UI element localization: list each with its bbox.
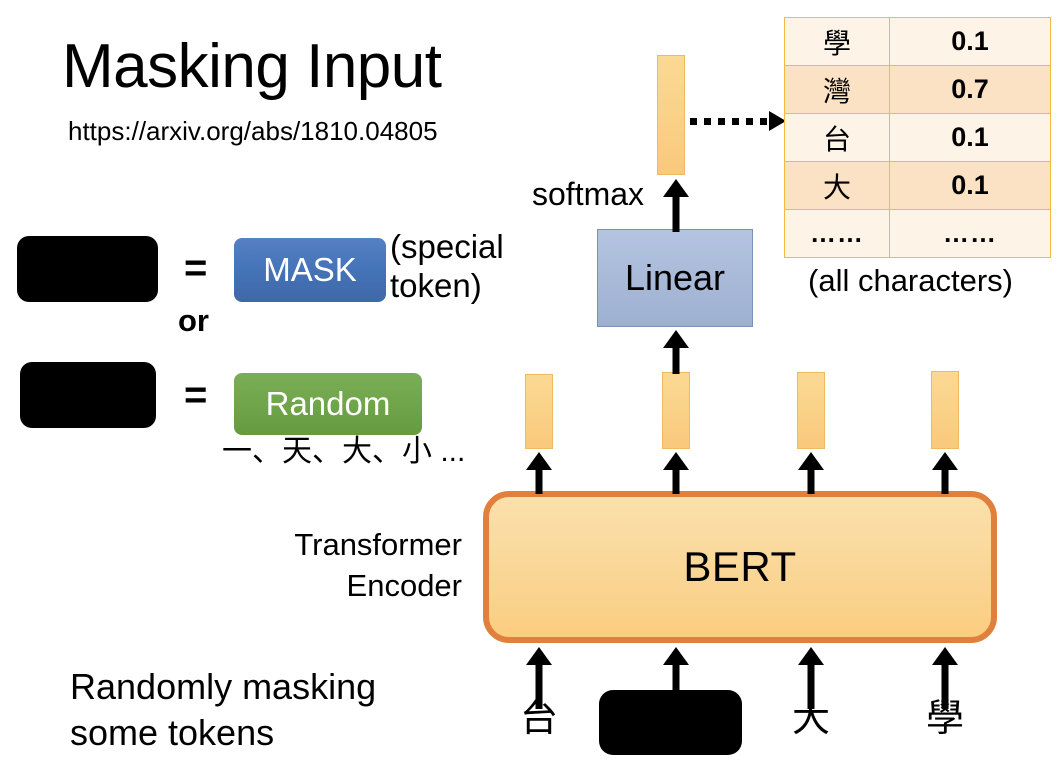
special-token-note: (special token) [390,228,504,304]
table-cell-probability: …… [889,209,1051,258]
table-row: 學 0.1 [784,17,1051,66]
mask-token-chip: MASK [234,238,386,302]
table-cell-probability: 0.1 [889,17,1051,66]
masked-token-box-random [20,362,156,428]
bert-output-vector-2 [662,372,690,449]
table-cell-character: 學 [784,17,890,66]
bert-label: BERT [683,543,797,590]
arrow-bert-to-vector-3 [798,452,824,494]
paper-url-text: https://arxiv.org/abs/1810.04805 [68,116,438,146]
input-token-3: 大 [791,698,830,740]
equals-sign-mask: = [184,246,208,290]
mask-chip-label: MASK [263,251,357,288]
linear-layer-block: Linear [597,229,753,327]
all-characters-caption: (all characters) [808,263,1013,298]
table-cell-character: …… [784,209,890,258]
input-token-2-masked [599,690,742,755]
or-label: or [178,303,209,338]
softmax-label: softmax [532,176,645,212]
randomly-masking-caption: Randomly masking some tokens [70,666,377,754]
random-chip-label: Random [265,385,391,422]
softmax-output-vector [657,55,685,175]
probability-distribution-table: 學 0.1 灣 0.7 台 0.1 大 0.1 …… …… [784,17,1051,258]
bert-output-vector-3 [797,372,825,449]
dotted-arrow-to-distribution [690,111,786,131]
table-row: 台 0.1 [784,113,1051,162]
page-title: Masking Input [62,32,442,101]
table-cell-probability: 0.1 [889,161,1051,210]
table-cell-probability: 0.1 [889,113,1051,162]
transformer-encoder-caption: Transformer Encoder [294,527,462,604]
table-row: 大 0.1 [784,161,1051,210]
arrow-vector-to-linear [663,330,689,374]
masked-token-box-mask [17,236,158,302]
table-cell-probability: 0.7 [889,65,1051,114]
arrow-bert-to-vector-4 [932,452,958,494]
equals-sign-random: = [184,373,208,417]
bert-block: BERT [483,491,997,643]
random-token-chip: Random [234,373,422,435]
arrow-bert-to-vector-2 [663,452,689,494]
table-cell-character: 大 [784,161,890,210]
random-character-examples: 一、天、大、小 ... [222,435,466,468]
arrow-bert-to-vector-1 [526,452,552,494]
bert-output-vector-4 [931,371,959,449]
linear-label: Linear [624,257,726,298]
table-cell-character: 灣 [784,65,890,114]
input-token-1: 台 [519,698,558,740]
bert-output-vector-1 [525,374,553,449]
table-row: …… …… [784,209,1051,258]
arrow-linear-to-softmax [663,179,689,232]
table-cell-character: 台 [784,113,890,162]
input-token-4: 學 [925,698,964,740]
slide-canvas: Masking Input https://arxiv.org/abs/1810… [0,0,1064,762]
table-row: 灣 0.7 [784,65,1051,114]
